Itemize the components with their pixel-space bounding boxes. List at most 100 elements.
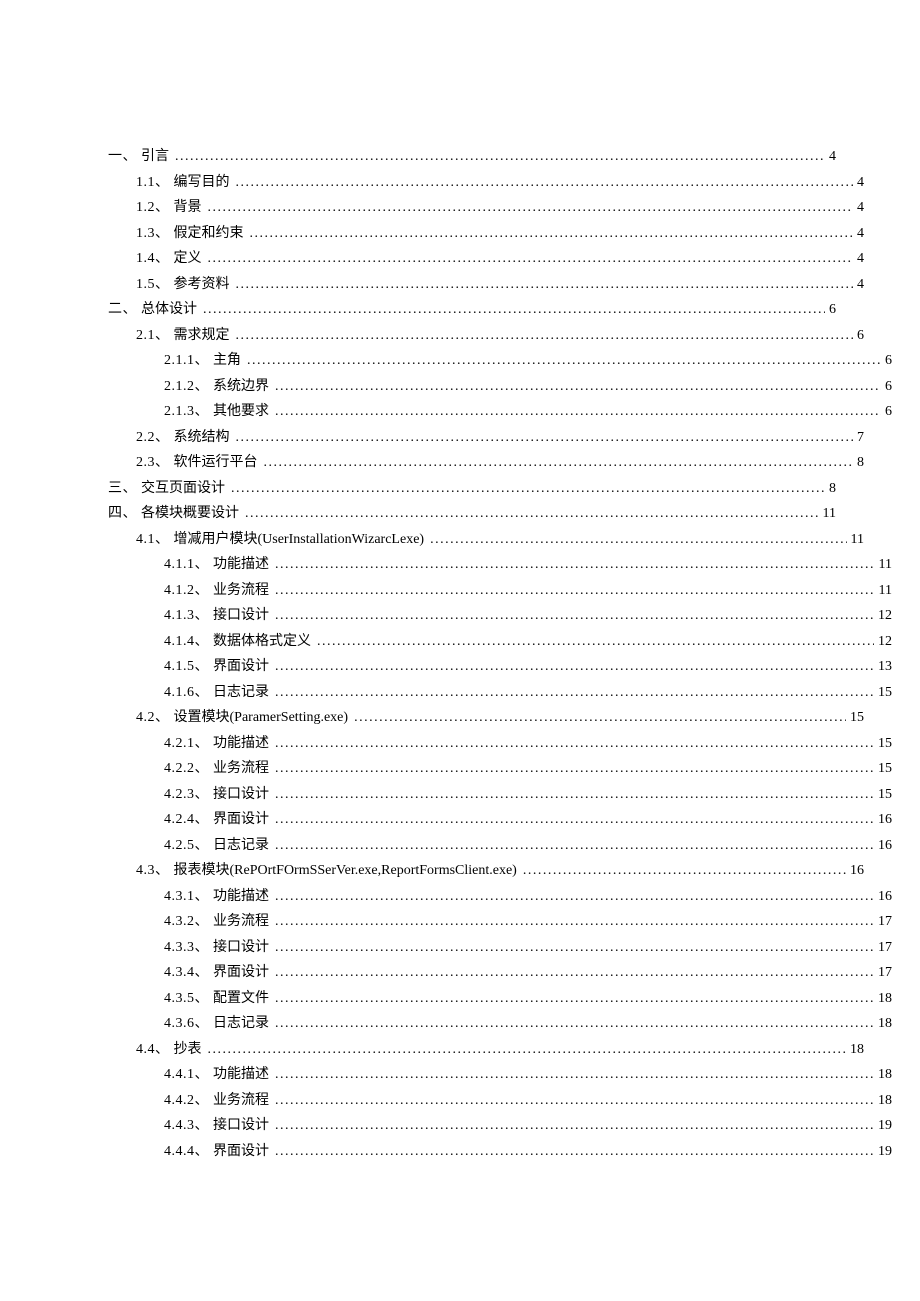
toc-leader-dots: [273, 1094, 874, 1108]
toc-entry-page: 15: [874, 686, 892, 700]
toc-entry[interactable]: 4.4、抄表18: [136, 1043, 864, 1057]
toc-entry[interactable]: 1.1、编写目的4: [136, 176, 864, 190]
toc-entry-title: 接口设计: [213, 941, 273, 955]
toc-entry[interactable]: 4.1.3、接口设计12: [164, 609, 892, 623]
toc-entry-title: 界面设计: [213, 966, 273, 980]
toc-leader-dots: [173, 150, 825, 164]
toc-entry-title: 接口设计: [213, 1119, 273, 1133]
toc-leader-dots: [234, 329, 854, 343]
toc-entry[interactable]: 4.3.1、功能描述16: [164, 890, 892, 904]
toc-entry[interactable]: 四、各模块概要设计11: [108, 507, 836, 521]
toc-entry-page: 17: [874, 966, 892, 980]
toc-leader-dots: [315, 635, 874, 649]
toc-entry-number: 1.5、: [136, 278, 174, 292]
toc-entry-page: 12: [874, 635, 892, 649]
toc-entry[interactable]: 4.2.1、功能描述15: [164, 737, 892, 751]
toc-entry[interactable]: 4.4.4、界面设计19: [164, 1145, 892, 1159]
toc-leader-dots: [273, 915, 874, 929]
toc-entry-title: 功能描述: [213, 558, 273, 572]
toc-entry[interactable]: 1.5、参考资料4: [136, 278, 864, 292]
toc-entry-number: 4.2.3、: [164, 788, 213, 802]
toc-entry[interactable]: 4.1.6、日志记录15: [164, 686, 892, 700]
toc-entry[interactable]: 4.3.5、配置文件18: [164, 992, 892, 1006]
toc-entry[interactable]: 三、交互页面设计8: [108, 482, 836, 496]
toc-entry-page: 16: [846, 864, 864, 878]
toc-entry-page: 7: [853, 431, 864, 445]
toc-entry-page: 11: [819, 507, 836, 521]
toc-leader-dots: [206, 201, 854, 215]
toc-entry[interactable]: 4.3.3、接口设计 17: [164, 941, 892, 955]
toc-entry[interactable]: 4.1.1、功能描述11: [164, 558, 892, 572]
toc-leader-dots: [273, 992, 874, 1006]
toc-entry[interactable]: 二、总体设计6: [108, 303, 836, 317]
toc-entry[interactable]: 2.1、需求规定6: [136, 329, 864, 343]
toc-leader-dots: [201, 303, 825, 317]
toc-entry[interactable]: 1.2、背景4: [136, 201, 864, 215]
toc-entry-number: 4.4、: [136, 1043, 174, 1057]
toc-entry[interactable]: 4.1.2、业务流程11: [164, 584, 892, 598]
toc-entry-page: 17: [874, 915, 892, 929]
toc-entry[interactable]: 4.4.1、功能描述18: [164, 1068, 892, 1082]
toc-entry[interactable]: 4.1、增减用户模块(UserInstallationWizarcLexe)11: [136, 533, 864, 547]
toc-entry-title: 业务流程: [213, 915, 273, 929]
toc-entry-page: 16: [874, 839, 892, 853]
toc-entry-page: 17: [874, 941, 892, 955]
toc-entry-page: 16: [874, 890, 892, 904]
toc-entry-page: 15: [846, 711, 864, 725]
toc-entry-number: 4.2.4、: [164, 813, 213, 827]
toc-leader-dots: [245, 354, 881, 368]
toc-leader-dots: [229, 482, 825, 496]
toc-entry-number: 4.1.4、: [164, 635, 213, 649]
toc-entry[interactable]: 4.1.4、数据体格式定义 12: [164, 635, 892, 649]
toc-entry-title: 界面设计: [213, 1145, 273, 1159]
toc-entry[interactable]: 4.2.2、业务流程15: [164, 762, 892, 776]
toc-entry-page: 4: [853, 278, 864, 292]
toc-entry-title: 数据体格式定义: [213, 635, 315, 649]
toc-entry[interactable]: 1.3、假定和约束4: [136, 227, 864, 241]
toc-entry[interactable]: 一、引言4: [108, 150, 836, 164]
toc-entry-page: 6: [825, 303, 836, 317]
toc-entry[interactable]: 1.4、定义4: [136, 252, 864, 266]
toc-entry[interactable]: 2.1.2、系统边界6: [164, 380, 892, 394]
toc-entry[interactable]: 4.1.5、界面设计13: [164, 660, 892, 674]
toc-entry[interactable]: 4.3.4、界面设计17: [164, 966, 892, 980]
toc-entry-number: 1.4、: [136, 252, 174, 266]
toc-entry-page: 4: [853, 252, 864, 266]
toc-leader-dots: [273, 737, 874, 751]
toc-entry-number: 4.4.3、: [164, 1119, 213, 1133]
toc-entry[interactable]: 4.4.3、接口设计19: [164, 1119, 892, 1133]
toc-leader-dots: [206, 252, 854, 266]
toc-leader-dots: [273, 813, 874, 827]
toc-entry[interactable]: 4.2.4、界面设计16: [164, 813, 892, 827]
toc-entry[interactable]: 4.2.3、接口设计15: [164, 788, 892, 802]
toc-entry-title: 业务流程: [213, 1094, 273, 1108]
toc-entry-title: 编写目的: [174, 176, 234, 190]
toc-entry-title: 软件运行平台: [174, 456, 262, 470]
toc-entry-number: 二、: [108, 303, 141, 317]
toc-entry-number: 4.3.3、: [164, 941, 213, 955]
toc-entry[interactable]: 4.4.2、业务流程18: [164, 1094, 892, 1108]
toc-leader-dots: [273, 609, 874, 623]
toc-entry-page: 15: [874, 737, 892, 751]
toc-entry[interactable]: 4.3.2、业务流程17: [164, 915, 892, 929]
toc-entry[interactable]: 4.2.5、日志记录16: [164, 839, 892, 853]
toc-leader-dots: [273, 890, 874, 904]
toc-leader-dots: [273, 1145, 874, 1159]
toc-entry[interactable]: 4.2、设置模块(ParamerSetting.exe)15: [136, 711, 864, 725]
toc-entry-number: 2.1.1、: [164, 354, 213, 368]
toc-entry[interactable]: 2.2、系统结构7: [136, 431, 864, 445]
toc-entry[interactable]: 2.1.3、其他要求6: [164, 405, 892, 419]
toc-entry-title: 交互页面设计: [141, 482, 229, 496]
toc-leader-dots: [243, 507, 819, 521]
toc-entry-page: 18: [874, 1068, 892, 1082]
toc-leader-dots: [273, 839, 874, 853]
toc-entry[interactable]: 4.3.6、日志记录18: [164, 1017, 892, 1031]
toc-entry-page: 13: [874, 660, 892, 674]
toc-entry-title: 功能描述: [213, 890, 273, 904]
toc-entry-title: 业务流程: [213, 762, 273, 776]
toc-entry[interactable]: 2.3、软件运行平台8: [136, 456, 864, 470]
toc-entry[interactable]: 2.1.1、主角6: [164, 354, 892, 368]
toc-entry-number: 三、: [108, 482, 141, 496]
toc-entry[interactable]: 4.3、报表模块(RePOrtFOrmSSerVer.exe,ReportFor…: [136, 864, 864, 878]
toc-entry-title: 配置文件: [213, 992, 273, 1006]
